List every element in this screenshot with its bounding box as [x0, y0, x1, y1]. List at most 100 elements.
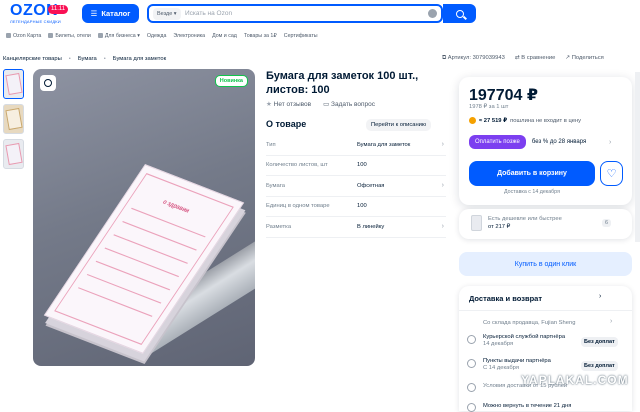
- card-icon: [6, 33, 11, 38]
- divider: [459, 310, 632, 311]
- thumbnail-3[interactable]: [3, 139, 24, 169]
- article-number[interactable]: ⧉ Артикул: 3079039943: [442, 55, 505, 62]
- menu-icon: ☰: [90, 9, 98, 18]
- thumbnail-image: [5, 72, 23, 96]
- cheaper-line1: Есть дешевле или быстрее: [488, 216, 562, 222]
- spec-value: 100: [357, 203, 367, 210]
- option-title: Пункты выдачи партнёра: [483, 358, 551, 364]
- product-actions: ⧉ Артикул: 3079039943 ⇄ В сравнение ↗ По…: [442, 55, 604, 62]
- search-bar[interactable]: Везде ▾ Искать на Ozon: [147, 4, 443, 23]
- nav-item-home[interactable]: Дом и сад: [212, 33, 237, 39]
- nav-label: Билеты, отели: [55, 33, 91, 39]
- delivery-note: Доставка с 14 декабря: [504, 189, 560, 195]
- briefcase-icon: [97, 33, 103, 38]
- thumbnail-image: [5, 107, 23, 131]
- duty-text: пошлина не входит в цену: [510, 117, 582, 124]
- plane-icon: [48, 33, 54, 38]
- spec-key: Количество листов, шт: [266, 162, 328, 169]
- add-to-cart-button[interactable]: Добавить в корзину: [469, 161, 595, 186]
- watermark: YAPLAKAL.COM: [521, 373, 629, 387]
- price: 197704 ₽: [469, 87, 538, 104]
- breadcrumb-separator: •: [103, 56, 106, 62]
- pay-later-button[interactable]: Оплатить позже: [469, 135, 526, 149]
- product-title: Бумага для заметок 100 шт., листов: 100: [266, 70, 419, 96]
- nav-item-clothing[interactable]: Одежда: [147, 33, 167, 39]
- search-icon: [455, 9, 464, 18]
- breadcrumb-item[interactable]: Канцелярские товары: [3, 56, 62, 62]
- duty-amount: ≈ 27 519 ₽: [479, 117, 508, 124]
- search-input[interactable]: Искать на Ozon: [185, 6, 232, 21]
- go-to-description-button[interactable]: Перейти к описанию: [366, 119, 432, 131]
- thumbnail-image: [5, 142, 23, 166]
- spec-key: Разметка: [266, 223, 292, 230]
- chevron-right-icon: ›: [610, 318, 613, 325]
- spec-key: Единиц в одном товаре: [266, 203, 330, 210]
- spec-row[interactable]: Разметка В линейку ›: [266, 217, 446, 238]
- share-button[interactable]: ↗ Поделиться: [565, 55, 603, 62]
- truck-icon: [467, 335, 476, 344]
- spec-value: Бумага для заметок: [357, 141, 411, 148]
- spec-row[interactable]: Количество листов, шт 100: [266, 156, 446, 176]
- specs-list: Тип Бумага для заметок › Количество листов…: [266, 135, 446, 238]
- logo-sale-tag: 11.11: [48, 5, 69, 14]
- shipping-option-pickup[interactable]: Пункты выдачи партнёра С 14 декабря: [483, 358, 551, 372]
- spec-row[interactable]: Единиц в одном товаре 100: [266, 197, 446, 217]
- chevron-right-icon: ›: [609, 138, 612, 146]
- option-title: Курьерской службой партнёра: [483, 334, 566, 340]
- star-icon: ★: [266, 101, 272, 108]
- thumbnail-2[interactable]: [3, 104, 24, 134]
- product-photo[interactable]: о здравии Новинка: [33, 69, 255, 366]
- camera-icon[interactable]: [428, 9, 437, 18]
- shipping-card: Доставка и возврат › Со склада продавца,…: [459, 286, 632, 412]
- breadcrumb-separator: •: [68, 56, 71, 62]
- nav-item-tickets[interactable]: Билеты, отели: [48, 33, 91, 39]
- offers-count-badge: 6: [602, 219, 612, 227]
- nav-label: Ozon Карта: [13, 33, 42, 39]
- buy-one-click-button[interactable]: Купить в один клик: [459, 252, 632, 276]
- nav-item-certificates[interactable]: Сертификаты: [284, 33, 318, 39]
- scrollbar[interactable]: [635, 72, 640, 242]
- top-nav: Ozon Карта Билеты, отели Для бизнеса ▾ О…: [6, 31, 318, 41]
- spec-key: Тип: [266, 141, 276, 148]
- nav-item-electronics[interactable]: Электроника: [173, 33, 205, 39]
- option-date: 14 декабря: [483, 341, 514, 347]
- spec-row[interactable]: Бумага Офсетная ›: [266, 176, 446, 197]
- catalog-button[interactable]: ☰ Каталог: [82, 4, 139, 23]
- view-similar-icon[interactable]: [40, 75, 56, 91]
- pay-later-row[interactable]: Оплатить позже без % до 28 января ›: [469, 135, 611, 149]
- nav-item-business[interactable]: Для бизнеса ▾: [97, 33, 140, 39]
- search-button[interactable]: [443, 4, 476, 23]
- nav-item-1rub[interactable]: Товары за 1₽: [244, 33, 277, 39]
- shipping-from[interactable]: Со склада продавца, Fujian Sheng: [483, 320, 575, 326]
- pay-later-text: без % до 28 января: [531, 139, 587, 145]
- option-price-badge: Без доплат: [581, 337, 618, 347]
- compare-button[interactable]: ⇄ В сравнение: [515, 55, 555, 62]
- chevron-right-icon: ›: [441, 141, 444, 149]
- buy-box: 197704 ₽ 1978 ₽ за 1 шт ≈ 27 519 ₽ пошлин…: [459, 77, 632, 205]
- chevron-right-icon[interactable]: ›: [599, 293, 601, 300]
- about-heading: О товаре: [266, 119, 307, 129]
- catalog-label: Каталог: [101, 9, 131, 18]
- logo-subtitle: ЛЕГЕНДАРНЫЕ СКИДКИ: [10, 19, 61, 24]
- ozon-logo[interactable]: OZON 11.11 ЛЕГЕНДАРНЫЕ СКИДКИ: [10, 3, 74, 26]
- spec-key: Бумага: [266, 182, 285, 189]
- cheaper-offers-card[interactable]: Есть дешевле или быстрее от 217 ₽ 6: [459, 209, 632, 239]
- chevron-right-icon: ›: [441, 223, 444, 231]
- breadcrumb-item[interactable]: Бумага для заметок: [113, 56, 166, 62]
- nav-item-ozon-card[interactable]: Ozon Карта: [6, 33, 41, 39]
- search-scope-select[interactable]: Везде ▾: [153, 8, 181, 20]
- ask-question-link[interactable]: ▭ Задать вопрос: [323, 100, 375, 108]
- nav-label: Для бизнеса: [104, 33, 136, 39]
- info-icon: [467, 383, 476, 392]
- favorite-button[interactable]: ♡: [600, 161, 623, 186]
- shipping-option-courier[interactable]: Курьерской службой партнёра 14 декабря: [483, 334, 565, 348]
- spec-value: 100: [357, 162, 367, 169]
- spec-row[interactable]: Тип Бумага для заметок ›: [266, 135, 446, 156]
- duty-icon: [469, 117, 476, 124]
- reviews-link[interactable]: ★ Нет отзывов: [266, 100, 311, 108]
- thumbnail-1[interactable]: [3, 69, 24, 99]
- breadcrumb-item[interactable]: Бумага: [78, 56, 97, 62]
- duty-info[interactable]: ≈ 27 519 ₽ пошлина не входит в цену: [469, 117, 581, 124]
- spec-value: В линейку: [357, 223, 385, 230]
- return-policy[interactable]: Можно вернуть в течение 21 дня: [483, 403, 571, 409]
